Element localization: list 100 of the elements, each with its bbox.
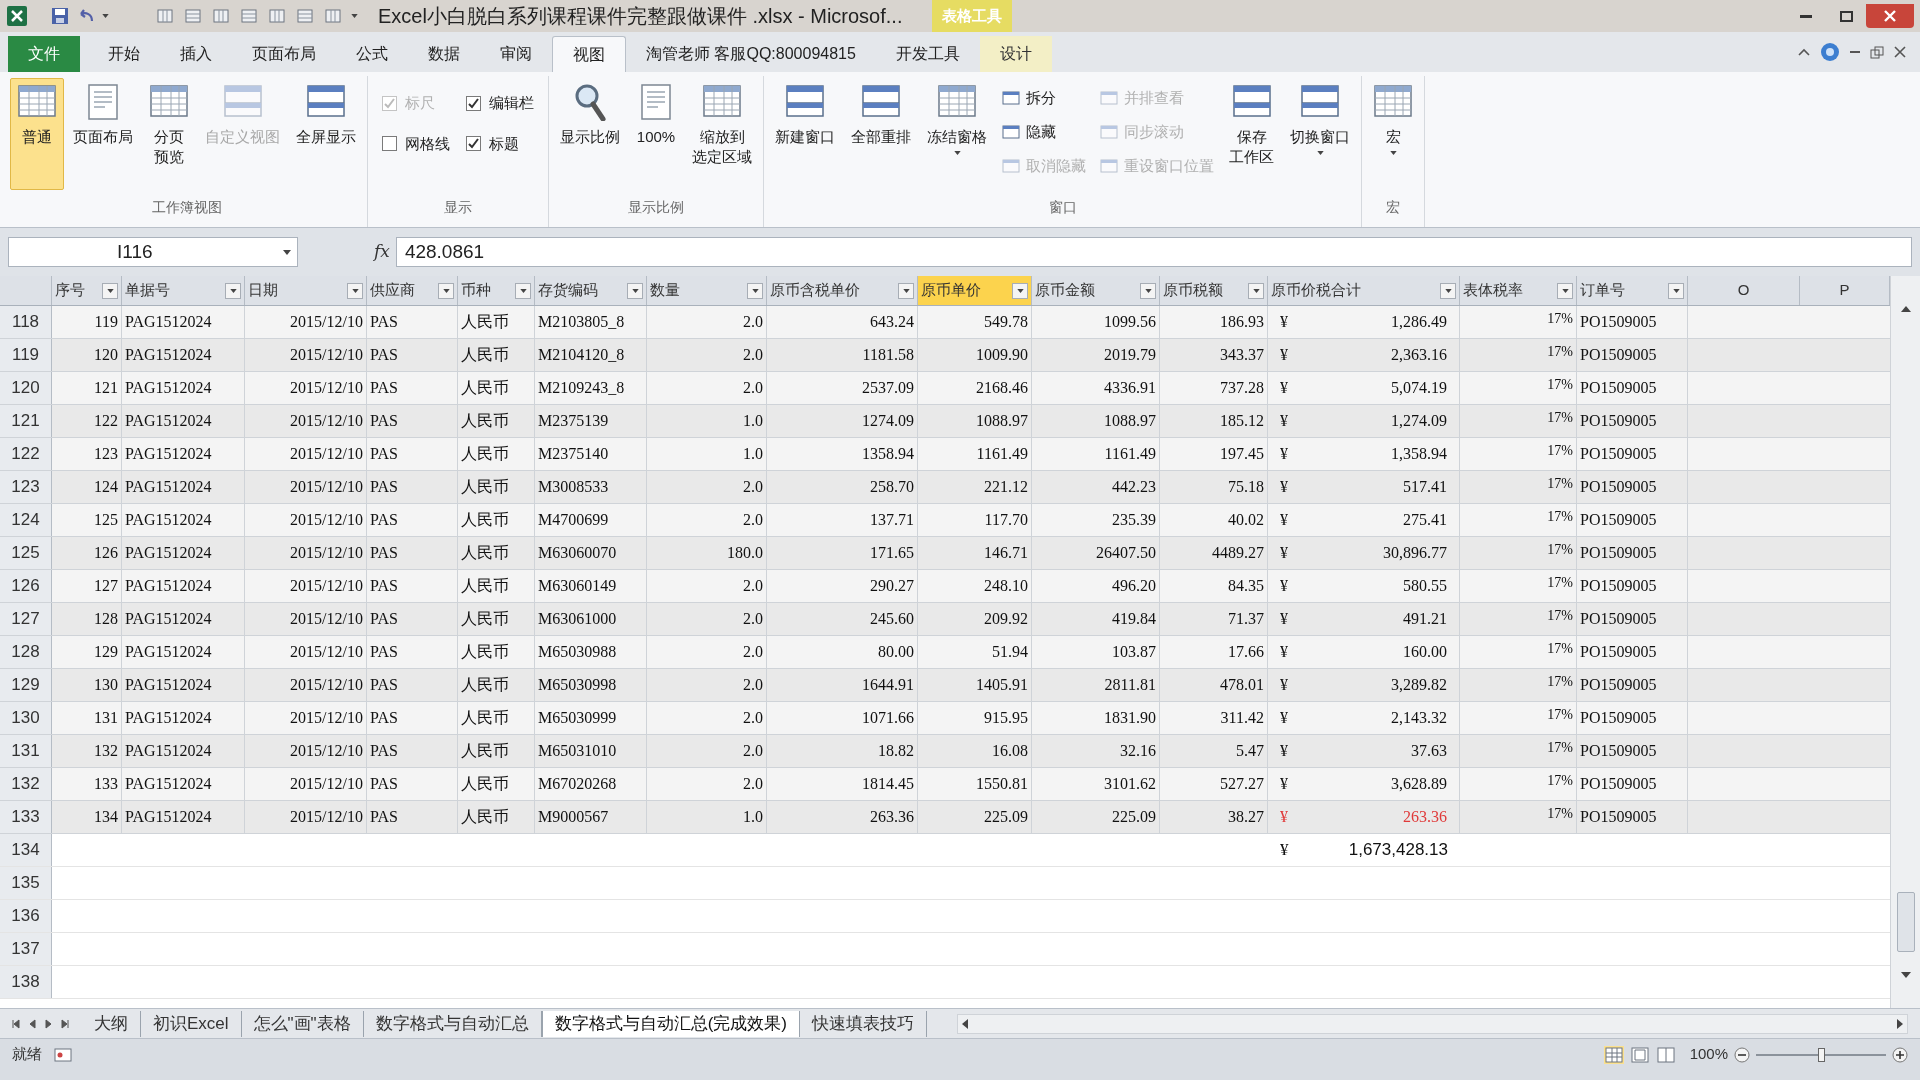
filter-button[interactable] [1668, 282, 1684, 299]
scroll-left-icon[interactable] [962, 1018, 968, 1029]
ribbon-tab[interactable]: 数据 [408, 36, 480, 72]
row-header[interactable]: 126 [0, 570, 52, 602]
filter-button[interactable] [102, 282, 118, 299]
ribbon-button[interactable]: 全屏显示 [289, 78, 363, 190]
ribbon-tab[interactable]: 公式 [336, 36, 408, 72]
ribbon-tab[interactable]: 审阅 [480, 36, 552, 72]
sheet-tab[interactable]: 数字格式与自动汇总 [363, 1010, 542, 1037]
ribbon-tab[interactable]: 开始 [88, 36, 160, 72]
ribbon-button[interactable]: 新建窗口 [768, 78, 842, 190]
row-header[interactable]: 125 [0, 537, 52, 569]
ribbon-tab[interactable]: 视图 [552, 36, 626, 72]
ribbon-button[interactable]: 冻结窗格 [920, 78, 994, 190]
sheet-tab[interactable]: 怎么"画"表格 [241, 1010, 364, 1037]
filter-button[interactable] [225, 282, 241, 299]
ribbon-button[interactable]: 页面布局 [66, 78, 140, 190]
slider-thumb[interactable] [1818, 1047, 1825, 1062]
column-header-cell[interactable]: 表体税率 [1460, 276, 1577, 305]
view-icon[interactable] [1603, 1045, 1624, 1064]
ribbon-button[interactable]: 切换窗口 [1283, 78, 1357, 190]
filter-button[interactable] [438, 282, 454, 299]
row-header[interactable]: 122 [0, 438, 52, 470]
column-header-cell[interactable]: 原币金额 [1032, 276, 1160, 305]
row-header[interactable]: 135 [0, 867, 52, 899]
column-header-cell[interactable]: 序号 [52, 276, 122, 305]
filter-button[interactable] [347, 282, 363, 299]
ribbon-button[interactable]: 保存 工作区 [1222, 78, 1281, 190]
ribbon-tab[interactable]: 页面布局 [232, 36, 336, 72]
row-header[interactable]: 129 [0, 669, 52, 701]
row-header[interactable]: 130 [0, 702, 52, 734]
row-header[interactable]: 133 [0, 801, 52, 833]
zoom-slider[interactable] [1756, 1047, 1886, 1062]
ribbon-tab[interactable]: 文件 [8, 36, 80, 72]
column-header-cell[interactable]: 原币单价 [918, 276, 1032, 305]
ribbon-tab[interactable]: 设计 [979, 36, 1052, 72]
filter-button[interactable] [627, 282, 643, 299]
row-header[interactable]: 138 [0, 966, 52, 998]
row-header[interactable]: 131 [0, 735, 52, 767]
fx-button[interactable]: fx [374, 239, 390, 265]
filter-button[interactable] [1248, 282, 1264, 299]
ribbon-small-button[interactable]: 拆分 [1000, 84, 1088, 112]
name-box[interactable]: I116 [8, 237, 298, 267]
scrollbar-thumb[interactable] [1896, 892, 1915, 952]
row-header[interactable]: 134 [0, 834, 52, 866]
scroll-down-icon[interactable] [1900, 972, 1911, 978]
row-header[interactable]: 118 [0, 306, 52, 338]
column-header-cell[interactable]: 存货编码 [535, 276, 647, 305]
collapse-ribbon-icon[interactable] [1798, 48, 1810, 56]
ribbon-button[interactable]: 缩放到 选定区域 [685, 78, 759, 190]
row-header[interactable]: 127 [0, 603, 52, 635]
checkbox[interactable] [466, 136, 481, 152]
previous-sheet-icon[interactable] [12, 1018, 22, 1029]
filter-button[interactable] [1140, 282, 1156, 299]
row-header[interactable]: 137 [0, 933, 52, 965]
checkbox[interactable] [382, 136, 397, 152]
column-header-cell[interactable]: 日期 [245, 276, 367, 305]
ribbon-tab[interactable]: 开发工具 [875, 36, 980, 72]
previous-sheet-icon[interactable] [28, 1018, 38, 1029]
sheet-tab[interactable]: 大纲 [82, 1010, 141, 1037]
ribbon-button[interactable]: 宏 [1366, 78, 1420, 190]
ribbon-button[interactable]: 分页 预览 [142, 78, 196, 190]
zoom-level[interactable]: 100% [1689, 1043, 1728, 1066]
scroll-up-icon[interactable] [1900, 306, 1911, 312]
filter-button[interactable] [747, 282, 763, 299]
column-header-cell[interactable]: 订单号 [1577, 276, 1688, 305]
row-header[interactable]: 121 [0, 405, 52, 437]
row-header[interactable]: 123 [0, 471, 52, 503]
row-header[interactable]: 128 [0, 636, 52, 668]
column-header-cell[interactable]: O [1688, 276, 1800, 305]
sheet-tab[interactable]: 快速填表技巧 [800, 1010, 927, 1037]
ribbon-button[interactable]: 显示比例 [553, 78, 627, 190]
zoom-out-icon[interactable] [1734, 1046, 1750, 1063]
zoom-in-icon[interactable] [1892, 1046, 1908, 1063]
column-header-cell[interactable]: 单据号 [122, 276, 245, 305]
row-header[interactable]: 119 [0, 339, 52, 371]
save-icon[interactable] [50, 6, 70, 26]
ribbon-button[interactable]: 全部重排 [844, 78, 918, 190]
column-header-cell[interactable]: 币种 [458, 276, 535, 305]
minimize-icon[interactable] [1850, 50, 1860, 54]
filter-button[interactable] [1012, 282, 1028, 299]
filter-button[interactable] [1440, 282, 1456, 299]
sheet-tab[interactable]: 数字格式与自动汇总(完成效果) [541, 1010, 800, 1037]
help-icon[interactable] [1820, 42, 1840, 62]
next-sheet-icon[interactable] [44, 1018, 54, 1029]
ribbon-tab[interactable]: 插入 [160, 36, 232, 72]
close-button[interactable] [1866, 4, 1914, 28]
horizontal-scrollbar[interactable] [957, 1013, 1908, 1034]
filter-button[interactable] [898, 282, 914, 299]
column-header-cell[interactable]: 原币税额 [1160, 276, 1268, 305]
row-header[interactable]: 124 [0, 504, 52, 536]
column-header-cell[interactable]: 原币含税单价 [767, 276, 918, 305]
checkbox[interactable] [466, 95, 481, 111]
scroll-right-icon[interactable] [1897, 1018, 1903, 1029]
ribbon-small-button[interactable]: 隐藏 [1000, 118, 1088, 146]
ribbon-tab[interactable]: 淘管老师 客服QQ:800094815 [626, 36, 876, 72]
row-header[interactable]: 120 [0, 372, 52, 404]
ribbon-button[interactable]: 100% [629, 78, 683, 190]
next-sheet-icon[interactable] [60, 1018, 70, 1029]
filter-button[interactable] [515, 282, 531, 299]
